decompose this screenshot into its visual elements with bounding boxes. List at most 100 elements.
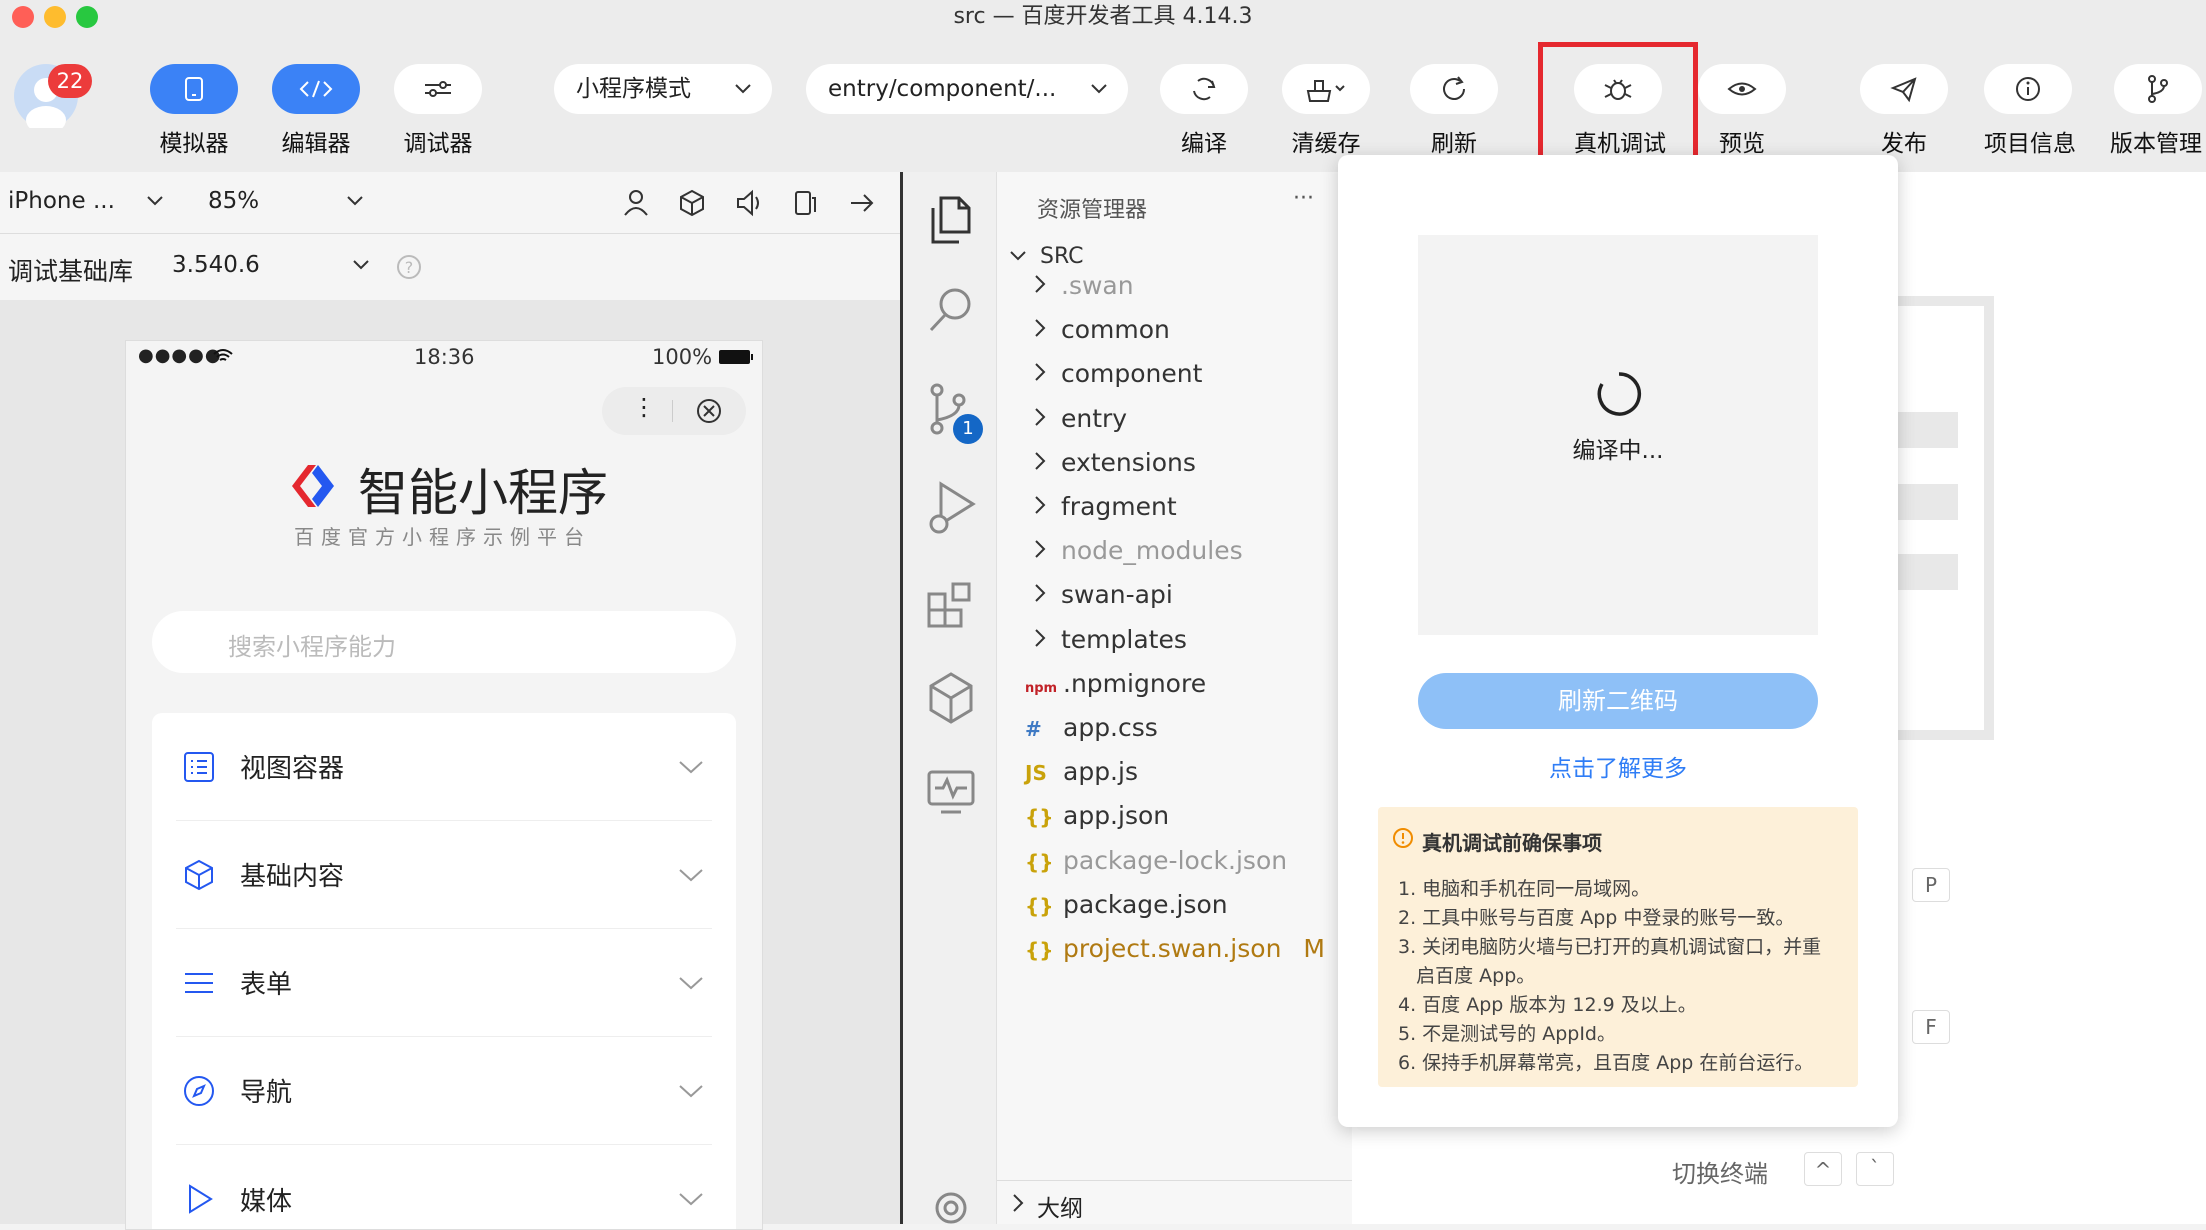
list-item-media[interactable]: 媒体	[176, 1145, 712, 1229]
chevron-right-icon	[1035, 363, 1046, 382]
package-icon[interactable]	[925, 670, 977, 726]
notification-badge: 22	[48, 64, 92, 98]
list-item-navigation[interactable]: 导航	[176, 1037, 712, 1145]
file-item[interactable]: {} package.json	[1025, 883, 1228, 927]
speaker-icon[interactable]	[734, 188, 762, 218]
folder-item[interactable]: fragment	[1033, 485, 1177, 529]
compiling-status: 编译中...	[1572, 438, 1664, 464]
list-item-label: 视图容器	[240, 754, 345, 784]
more-dots-icon[interactable]: ⋮	[632, 393, 656, 421]
file-item[interactable]: JS app.js	[1025, 750, 1138, 794]
files-icon[interactable]	[925, 194, 973, 246]
file-item[interactable]: {} package-lock.json	[1025, 839, 1287, 883]
project-info-button[interactable]: 项目信息	[1984, 64, 2076, 158]
debugger-button[interactable]: 调试器	[394, 64, 482, 158]
file-item[interactable]: {} project.swan.json M	[1025, 927, 1325, 971]
chevron-down-icon[interactable]	[346, 194, 364, 208]
run-debug-icon[interactable]	[925, 480, 977, 536]
user-icon[interactable]	[622, 188, 650, 218]
folder-label: entry	[1061, 403, 1128, 433]
help-icon[interactable]: ?	[396, 254, 422, 280]
chevron-right-icon	[1035, 540, 1046, 558]
list-item-basic-content[interactable]: 基础内容	[176, 821, 712, 929]
preview-button[interactable]: 预览	[1698, 64, 1786, 158]
file-label: package.json	[1063, 889, 1228, 919]
shortcut-key-f: F	[1912, 1010, 1950, 1044]
folder-item[interactable]: templates	[1033, 618, 1187, 662]
search-icon[interactable]	[925, 284, 975, 336]
simulator-pane: iPhone ... 85% 调试基础库 3.540.6 ? ●●●●● 18:…	[0, 172, 900, 1230]
refresh-button[interactable]: 刷新	[1410, 64, 1498, 158]
code-icon	[299, 80, 333, 98]
base-library-version[interactable]: 3.540.6	[172, 252, 260, 278]
file-item[interactable]: {} app.json	[1025, 794, 1169, 838]
extensions-icon[interactable]	[925, 578, 977, 630]
folder-item[interactable]: extensions	[1033, 441, 1196, 485]
device-select[interactable]: iPhone ...	[8, 188, 115, 214]
battery-percent: 100%	[652, 345, 713, 369]
folder-item[interactable]: entry	[1033, 397, 1127, 441]
chevron-down-icon	[679, 1084, 703, 1097]
mode-select-value: 小程序模式	[576, 76, 691, 102]
chevron-right-icon	[1035, 319, 1046, 337]
file-item[interactable]: # app.css	[1025, 706, 1158, 750]
refresh-qr-button[interactable]: 刷新二维码	[1418, 673, 1818, 729]
folder-item[interactable]: swan-api	[1033, 573, 1173, 617]
folder-item[interactable]: node_modules	[1033, 529, 1243, 573]
file-item[interactable]: npm .npmignore	[1025, 662, 1206, 706]
play-icon	[189, 1184, 213, 1214]
arrow-right-icon[interactable]	[848, 190, 876, 216]
notice-box: 真机调试前确保事项 1. 电脑和手机在同一局域网。 2. 工具中账号与百度 App…	[1378, 807, 1858, 1087]
smart-program-logo-icon	[292, 465, 334, 507]
file-label: app.css	[1063, 713, 1158, 742]
compile-button[interactable]: 编译	[1160, 64, 1248, 158]
minimize-window-button[interactable]	[44, 6, 66, 28]
file-label: app.js	[1063, 757, 1138, 787]
chevron-down-icon[interactable]	[352, 258, 370, 272]
menu-icon	[185, 972, 213, 993]
css-file-icon: #	[1025, 717, 1042, 741]
chevron-right-icon	[1035, 628, 1046, 647]
settings-gear-icon[interactable]	[925, 1182, 977, 1224]
close-window-button[interactable]	[12, 6, 34, 28]
js-file-icon: JS	[1025, 761, 1047, 786]
publish-button[interactable]: 发布	[1860, 64, 1948, 158]
zoom-select[interactable]: 85%	[208, 188, 259, 214]
npm-file-icon: npm	[1025, 680, 1058, 696]
list-item-label: 媒体	[240, 1186, 293, 1217]
more-actions-icon[interactable]: ···	[1293, 186, 1314, 211]
clear-cache-button[interactable]: 清缓存	[1282, 64, 1370, 158]
chevron-down-icon	[1091, 84, 1107, 94]
maximize-window-button[interactable]	[76, 6, 98, 28]
sliders-icon	[425, 81, 451, 97]
real-device-debug-button[interactable]: 真机调试	[1574, 64, 1666, 158]
editor-button[interactable]: 编辑器	[272, 64, 360, 158]
mode-select[interactable]: 小程序模式	[554, 64, 772, 114]
outline-section[interactable]: 大纲	[997, 1180, 1353, 1224]
list-item-form[interactable]: 表单	[176, 929, 712, 1037]
chevron-right-icon	[1035, 407, 1046, 426]
outline-label: 大纲	[1037, 1196, 1083, 1222]
notice-item: 1. 电脑和手机在同一局域网。	[1398, 878, 1651, 900]
page-select[interactable]: entry/component/...	[806, 64, 1128, 114]
list-item-label: 表单	[240, 970, 293, 1000]
chevron-right-icon	[1035, 496, 1046, 514]
phone-screen: ●●●●● 18:36 100% ⋮ 智能小程序 百度官方小程序示例平台 搜索小…	[125, 340, 763, 1230]
simulator-button[interactable]: 模拟器	[150, 64, 238, 158]
search-input[interactable]: 搜索小程序能力	[152, 611, 736, 673]
list-item-view-container[interactable]: 视图容器	[176, 713, 712, 821]
performance-monitor-icon[interactable]	[925, 766, 977, 818]
folder-item[interactable]: component	[1033, 352, 1202, 396]
title-bar: src — 百度开发者工具 4.14.3	[0, 0, 2206, 34]
version-management-label: 版本管理	[2110, 131, 2202, 157]
cube-icon[interactable]	[678, 188, 706, 218]
folder-label: templates	[1061, 624, 1187, 654]
folder-item[interactable]: common	[1033, 308, 1170, 352]
chevron-down-icon[interactable]	[146, 194, 164, 208]
rotate-device-icon[interactable]	[790, 188, 818, 218]
close-circle-icon[interactable]	[696, 398, 722, 424]
debugger-label: 调试器	[403, 131, 473, 157]
learn-more-link[interactable]: 点击了解更多	[1338, 749, 1898, 783]
folder-item[interactable]: .swan	[1033, 264, 1134, 308]
version-management-button[interactable]: 版本管理	[2110, 64, 2202, 158]
